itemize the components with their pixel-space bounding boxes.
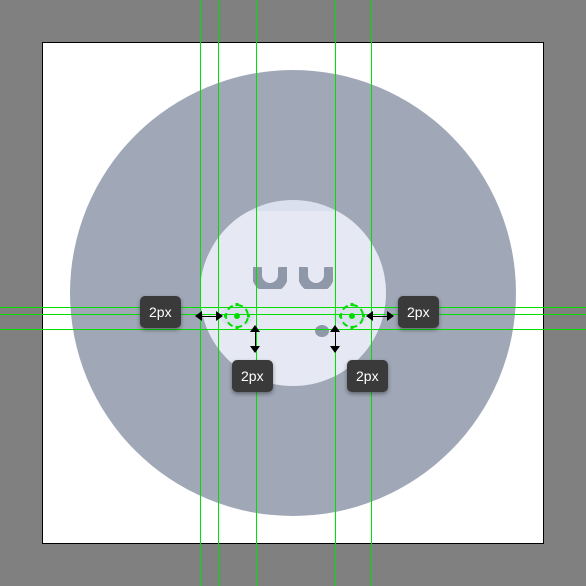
guide-vertical [256, 0, 257, 586]
measure-label-right: 2px [398, 296, 439, 328]
guide-vertical [218, 0, 219, 586]
measure-label-left: 2px [140, 296, 181, 328]
face-cheek-left[interactable] [220, 305, 254, 327]
guide-vertical [335, 0, 336, 586]
measure-arrow-bottom-left [250, 325, 260, 353]
measure-label-bottom-left: 2px [232, 360, 273, 392]
measure-arrow-bottom-right [330, 325, 340, 353]
face-eye-right[interactable] [299, 267, 333, 289]
guide-horizontal [0, 314, 586, 315]
inner-circle-highlight[interactable] [200, 200, 386, 386]
guide-vertical [371, 0, 372, 586]
measure-label-bottom-right: 2px [347, 360, 388, 392]
measure-arrow-left [195, 311, 223, 321]
guide-horizontal [0, 307, 586, 308]
guide-horizontal [0, 329, 586, 330]
face-mole[interactable] [315, 325, 329, 337]
measure-arrow-right [366, 311, 394, 321]
face-eye-left[interactable] [253, 267, 287, 289]
face-cheek-right[interactable] [333, 305, 367, 327]
guide-vertical [200, 0, 201, 586]
artboard[interactable] [43, 43, 543, 543]
